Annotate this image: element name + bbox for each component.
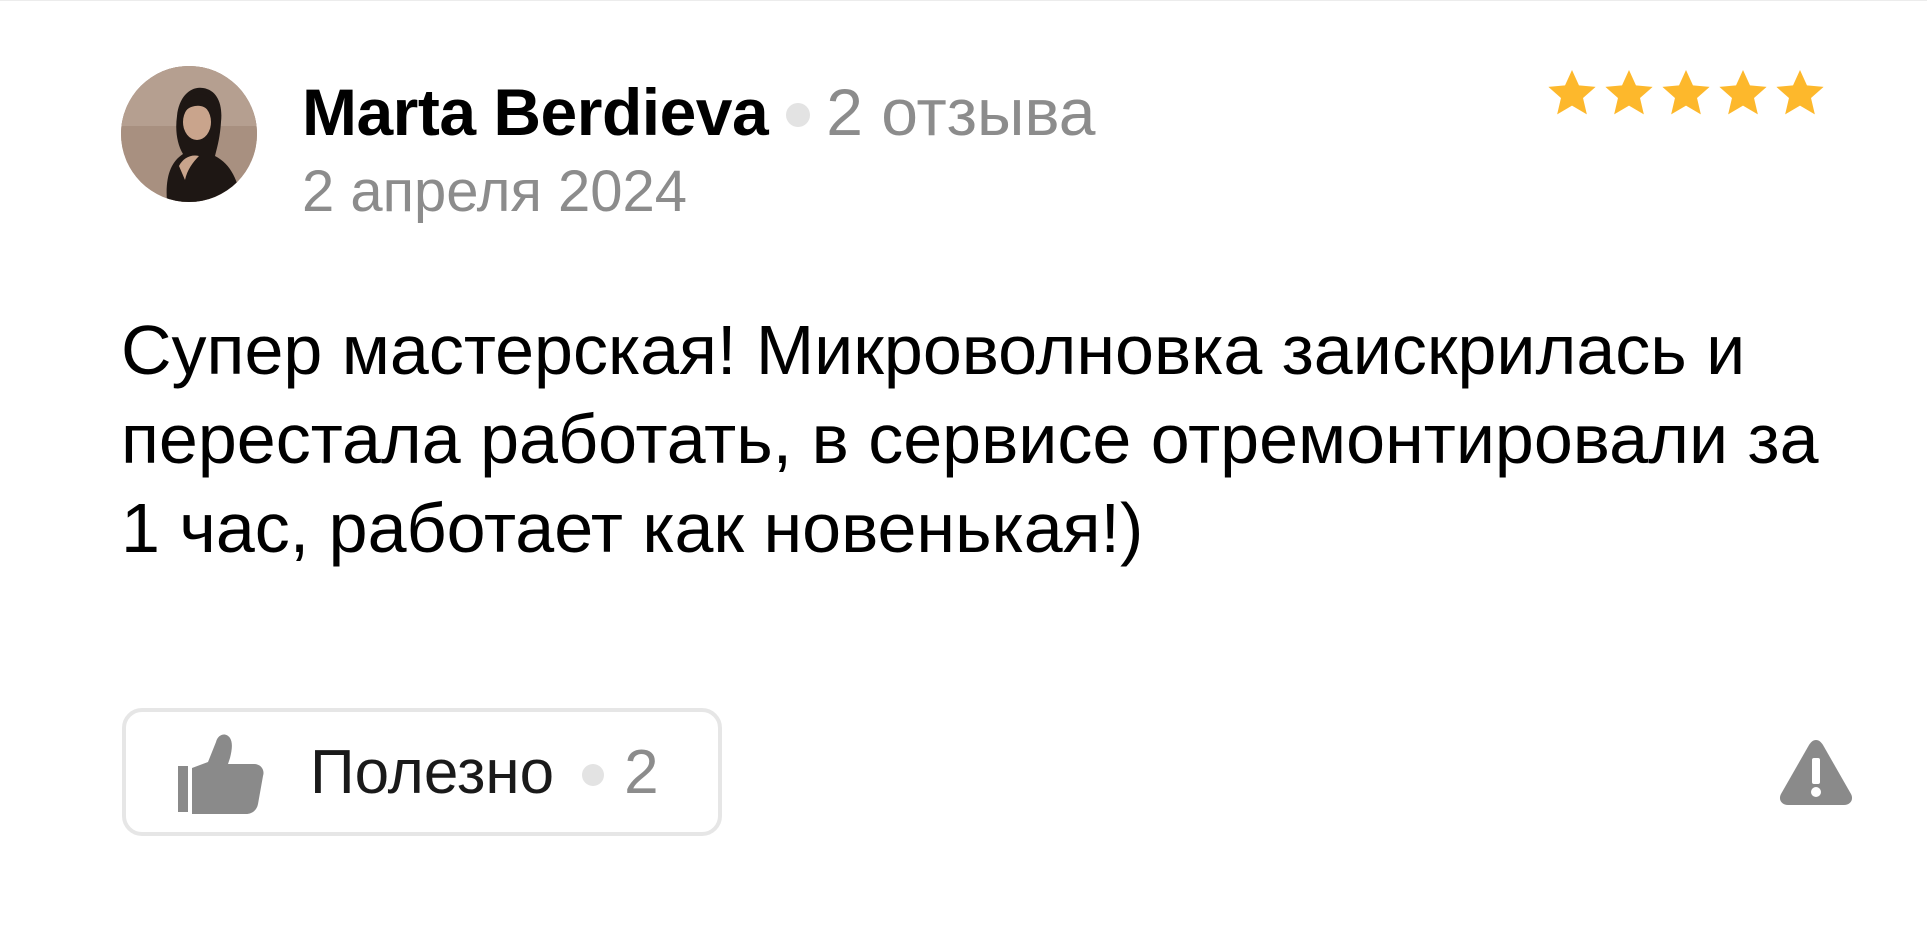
author-name[interactable]: Marta Berdieva: [302, 74, 769, 150]
author-review-count[interactable]: 2 отзыва: [826, 74, 1095, 150]
warning-triangle-icon[interactable]: [1779, 738, 1853, 806]
avatar-photo: [121, 66, 257, 202]
star-icon: [1662, 70, 1710, 115]
helpful-label: Полезно: [310, 737, 555, 807]
star-rating: [1545, 66, 1827, 120]
separator-dot: [786, 103, 811, 127]
star-icon: [1548, 70, 1596, 115]
author-avatar[interactable]: [121, 66, 257, 202]
review-text: Супер мастерская! Микроволновка заискрил…: [121, 311, 1819, 567]
star-icon: [1776, 70, 1824, 115]
review-date: 2 апреля 2024: [302, 159, 688, 224]
review-card: Marta Berdieva 2 отзыва 2 апреля 2024 Су…: [0, 0, 1927, 938]
helpful-button[interactable]: Полезно 2: [122, 708, 722, 836]
star-icon: [1719, 70, 1767, 115]
separator-dot: [582, 764, 605, 786]
helpful-label-group: Полезно 2: [310, 712, 659, 832]
thumbs-up-icon: [178, 734, 264, 814]
star-icon: [1605, 70, 1653, 115]
author-line: Marta Berdieva 2 отзыва: [302, 70, 1095, 154]
helpful-count: 2: [624, 737, 659, 807]
